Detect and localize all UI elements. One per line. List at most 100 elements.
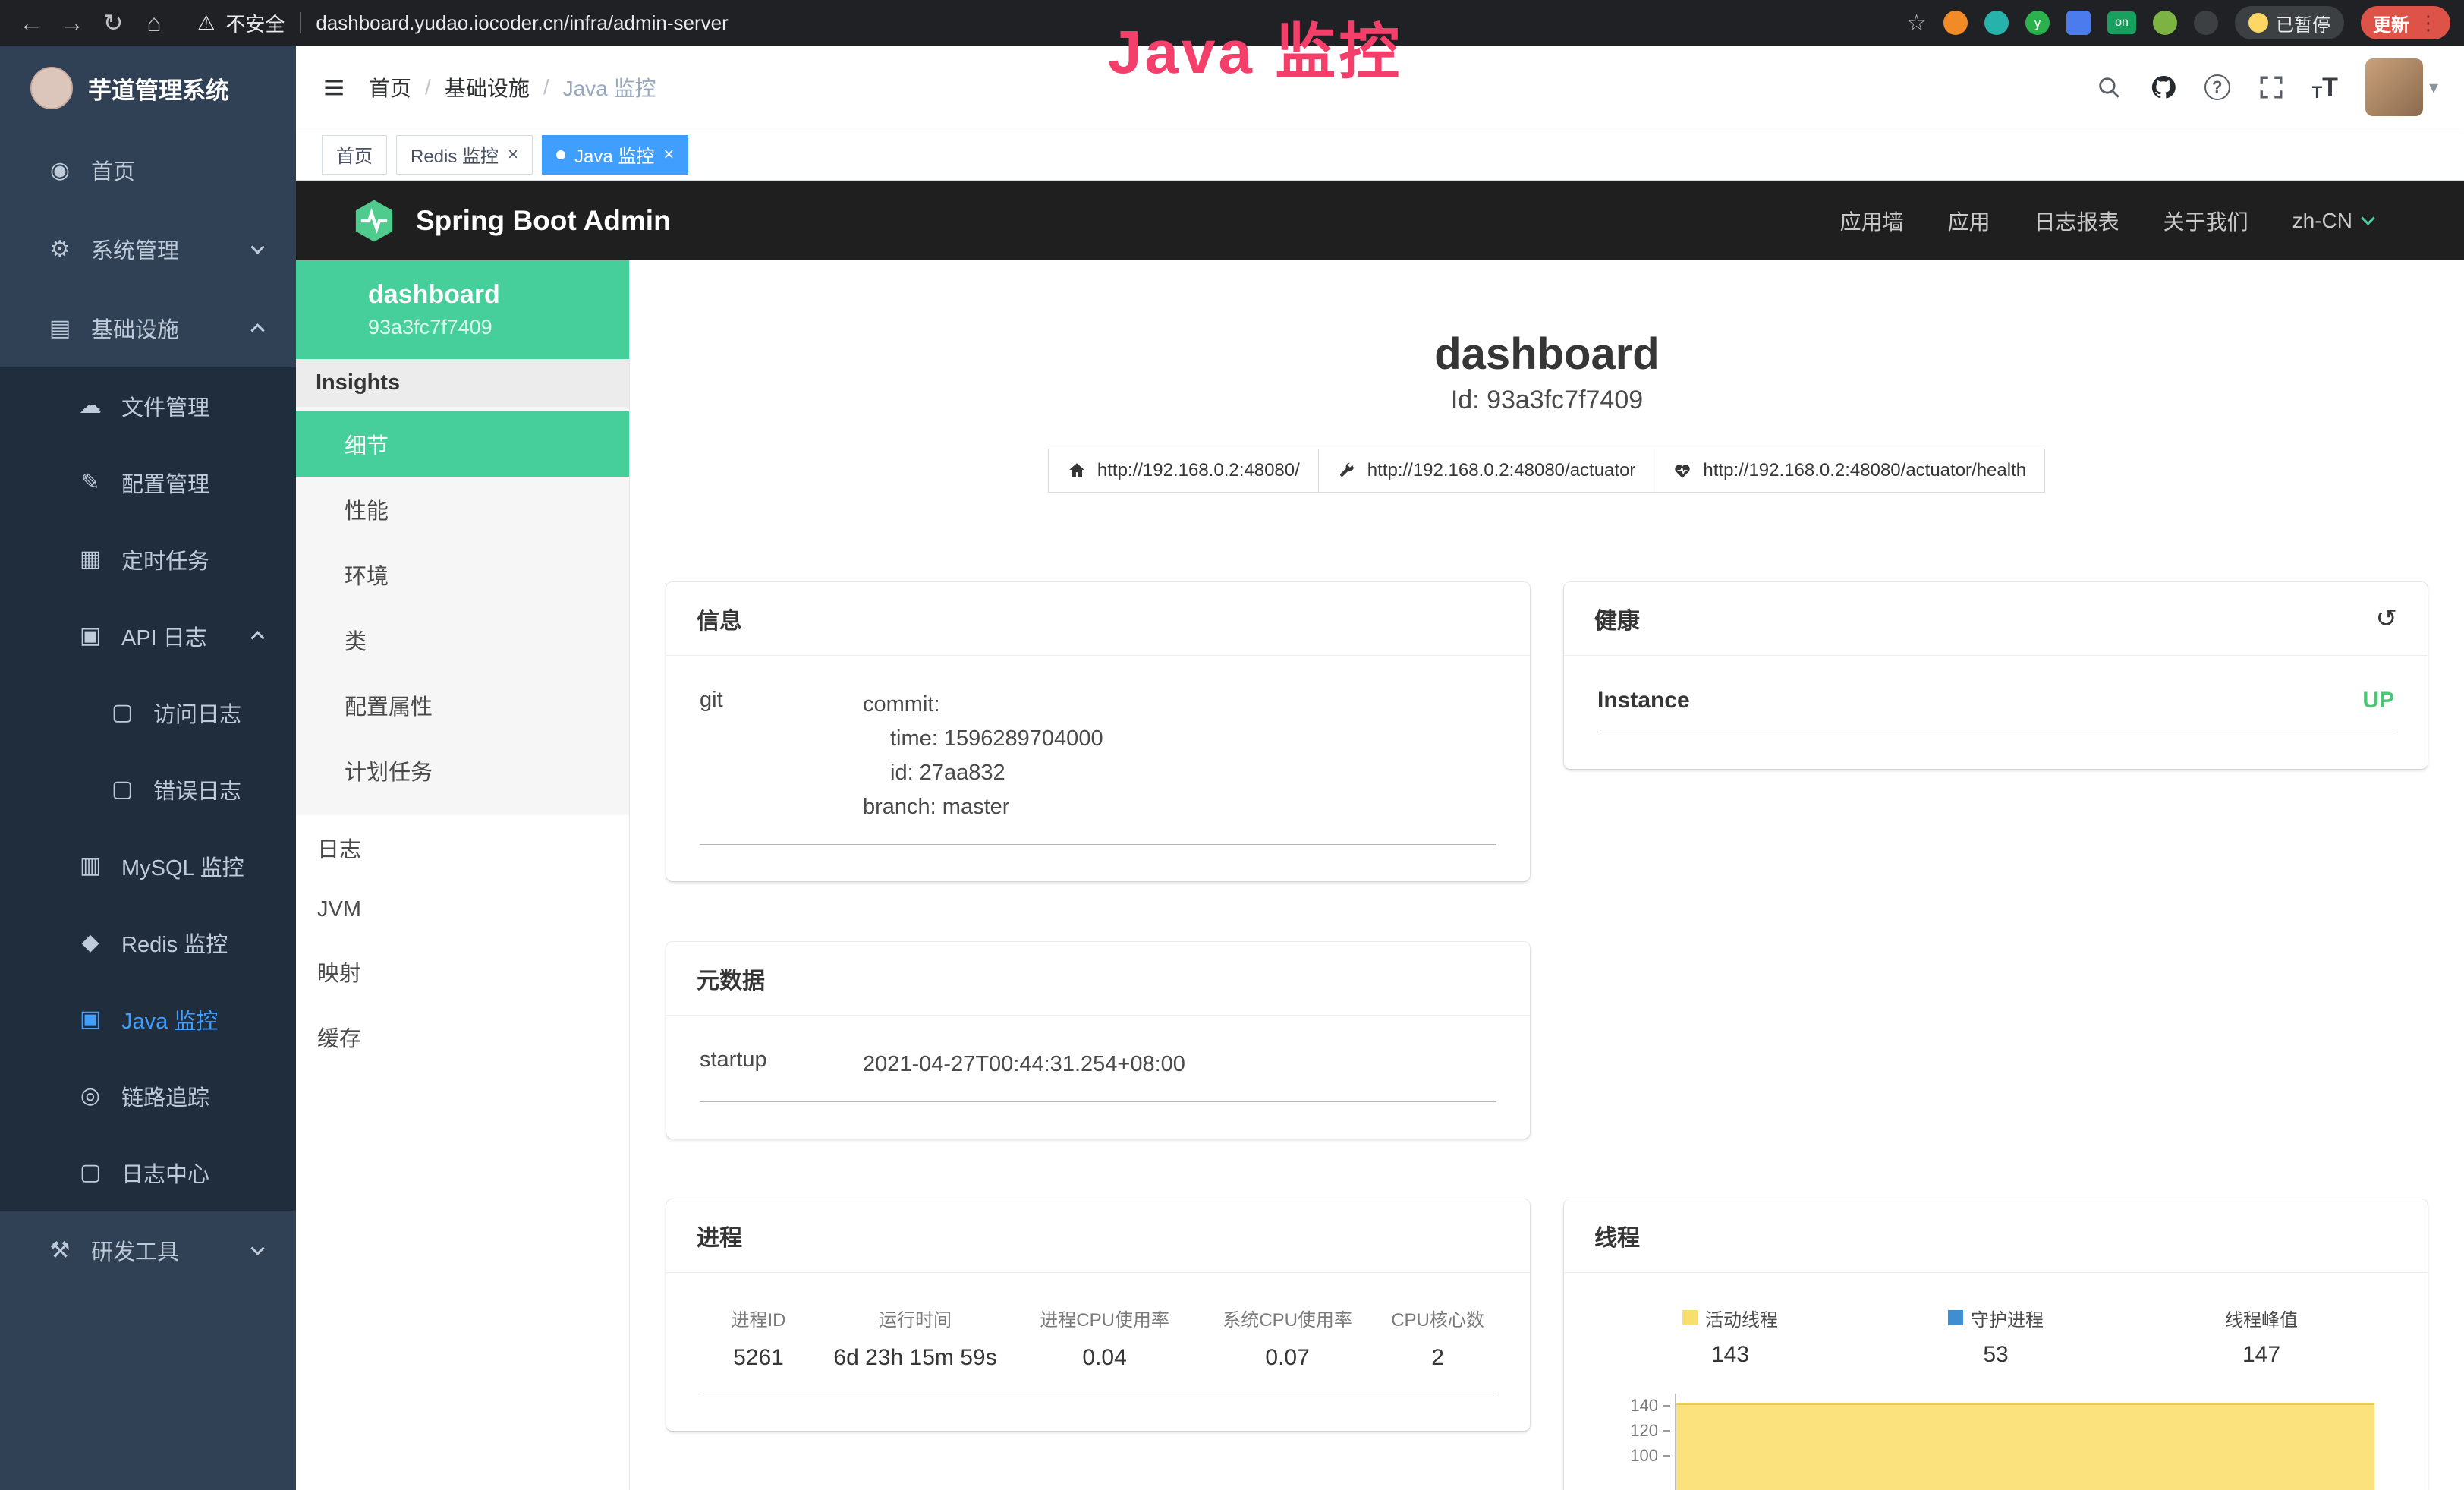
metadata-card-title: 元数据 [666,942,1530,1016]
sidebar-item-file-management[interactable]: ☁ 文件管理 [0,367,296,444]
chevron-up-icon [250,323,264,337]
tab-redis-monitor[interactable]: Redis 监控 × [396,135,533,175]
omnibox-divider [300,12,301,33]
sidebar-item-scheduled-tasks[interactable]: ▦ 定时任务 [0,521,296,597]
legend-daemon-threads: 守护进程 53 [1863,1305,2129,1368]
sba-menu-logs[interactable]: 日志 [296,815,629,880]
close-icon[interactable]: × [508,146,518,164]
history-icon[interactable]: ↺ [2376,603,2398,634]
sba-menu-performance[interactable]: 性能 [296,477,629,542]
sba-body: dashboard 93a3fc7f7409 Insights 细节 性能 环境… [296,260,2464,1490]
app-frame: 芋道管理系统 ◉ 首页 ⚙ 系统管理 ▤ 基础设施 [0,46,2464,1490]
sba-menu-scheduled-tasks[interactable]: 计划任务 [296,738,629,803]
breadcrumb-home[interactable]: 首页 [369,72,411,102]
sba-brand[interactable]: Spring Boot Admin [351,197,671,244]
sba-menu-config-properties[interactable]: 配置属性 [296,673,629,738]
help-icon[interactable]: ? [2204,74,2230,100]
sba-nav-wallboard[interactable]: 应用墙 [1840,206,1904,236]
sba-instance-header[interactable]: dashboard 93a3fc7f7409 [296,260,629,359]
github-icon[interactable] [2150,74,2177,101]
breadcrumb-infrastructure[interactable]: 基础设施 [445,72,530,102]
threads-card-title: 线程 [1564,1199,2428,1273]
instance-name: dashboard [368,280,606,310]
sidebar-item-api-logs[interactable]: ▣ API 日志 [0,597,296,674]
page-subtitle: Id: 93a3fc7f7409 [666,386,2428,415]
update-label: 更新 [2373,10,2409,36]
sba-menu-mappings[interactable]: 映射 [296,939,629,1004]
font-size-icon[interactable]: TT [2312,73,2338,102]
threads-chart-yaxis: 140 120 100 [1597,1394,1670,1469]
back-icon[interactable]: ← [14,9,49,37]
chevron-down-icon [2361,211,2374,225]
instance-health-row[interactable]: Instance UP [1597,688,2394,732]
startup-value: 2021-04-27T00:44:31.254+08:00 [863,1047,1185,1082]
sidebar-item-home[interactable]: ◉ 首页 [0,131,296,209]
sba-language-select[interactable]: zh-CN [2292,209,2373,233]
sba-menu-details[interactable]: 细节 [296,411,629,477]
sidebar-item-redis-monitor[interactable]: ◆ Redis 监控 [0,904,296,981]
home-icon[interactable]: ⌂ [137,9,172,37]
forward-icon[interactable]: → [55,9,90,37]
sba-nav-journal[interactable]: 日志报表 [2034,206,2119,236]
app-logo[interactable]: 芋道管理系统 [0,46,296,131]
drop-extension-icon[interactable] [1984,11,2009,35]
sba-nav-about[interactable]: 关于我们 [2163,206,2248,236]
annotation-text: Java 监控 [1108,3,1402,91]
fox-extension-icon[interactable] [1943,11,1968,35]
green-extension-icon[interactable]: y [2025,11,2050,35]
sba-menu-jvm[interactable]: JVM [296,880,629,939]
actuator-url-link[interactable]: http://192.168.0.2:48080/actuator [1318,449,1655,493]
instance-label: Instance [1597,688,1690,713]
threads-chart-area [1676,1403,2374,1490]
paw-extension-icon[interactable] [2194,11,2218,35]
heartbeat-icon [1673,461,1692,480]
browser-menu-icon[interactable]: ⋮ [2418,11,2438,35]
hamburger-icon[interactable]: ≡ [323,67,345,109]
sidebar-item-error-logs[interactable]: ▢ 错误日志 [0,751,296,827]
sidebar-item-config-management[interactable]: ✎ 配置管理 [0,444,296,521]
sidebar-item-link-tracing[interactable]: ◎ 链路追踪 [0,1057,296,1134]
address-bar[interactable]: ⚠ 不安全 dashboard.yudao.iocoder.cn/infra/a… [197,9,729,37]
sidebar-item-log-center[interactable]: ▢ 日志中心 [0,1134,296,1211]
sidebar-item-system-management[interactable]: ⚙ 系统管理 [0,209,296,288]
health-card-title: 健康 [1594,602,1640,635]
log-icon: ▢ [108,699,137,726]
on-badge-icon[interactable]: on [2107,11,2136,34]
sba-insights-group: 细节 性能 环境 类 配置属性 计划任务 [296,407,629,815]
process-value-pid: 5261 [700,1345,817,1371]
sba-nav-applications[interactable]: 应用 [1948,206,1990,236]
update-button[interactable]: 更新 ⋮ [2361,6,2450,39]
tab-java-monitor[interactable]: Java 监控 × [542,135,688,175]
monitor-icon: ▣ [76,1006,105,1032]
grid-extension-icon[interactable] [2066,11,2091,35]
tab-home[interactable]: 首页 [322,135,387,175]
process-header-pid: 进程ID [700,1305,817,1331]
sba-menu-caches[interactable]: 缓存 [296,1004,629,1069]
bookmark-star-icon[interactable]: ☆ [1906,10,1927,36]
sidebar-item-mysql-monitor[interactable]: ▥ MySQL 监控 [0,827,296,904]
sidebar-item-java-monitor[interactable]: ▣ Java 监控 [0,981,296,1057]
sba-menu-classes[interactable]: 类 [296,607,629,673]
legend-live-threads: 活动线程 143 [1597,1305,1863,1368]
process-value-system-cpu: 0.07 [1196,1345,1379,1371]
search-icon[interactable] [2095,74,2123,101]
sba-menu-environment[interactable]: 环境 [296,542,629,607]
spring-boot-admin: Spring Boot Admin 应用墙 应用 日志报表 关于我们 zh-CN [296,181,2464,1490]
sidebar-item-dev-tools[interactable]: ⚒ 研发工具 [0,1211,296,1290]
process-header-uptime: 运行时间 [817,1305,1013,1331]
refresh-icon[interactable]: ↻ [96,8,131,37]
fullscreen-icon[interactable] [2258,74,2285,101]
close-icon[interactable]: × [663,146,674,164]
sidebar-item-access-logs[interactable]: ▢ 访问日志 [0,674,296,751]
leaf-extension-icon[interactable] [2153,11,2177,35]
sidebar-item-infrastructure[interactable]: ▤ 基础设施 [0,288,296,367]
user-menu[interactable]: ▾ [2365,58,2438,116]
caret-down-icon: ▾ [2429,77,2438,99]
app-logo-image [30,67,73,109]
health-url-link[interactable]: http://192.168.0.2:48080/actuator/health [1654,449,2045,493]
service-url-link[interactable]: http://192.168.0.2:48080/ [1048,449,1319,493]
avatar [2365,58,2423,116]
process-value-cpu-cores: 2 [1379,1345,1496,1371]
paused-badge[interactable]: 已暂停 [2235,6,2344,39]
main-column: ≡ 首页 / 基础设施 / Java 监控 ? [296,46,2464,1490]
